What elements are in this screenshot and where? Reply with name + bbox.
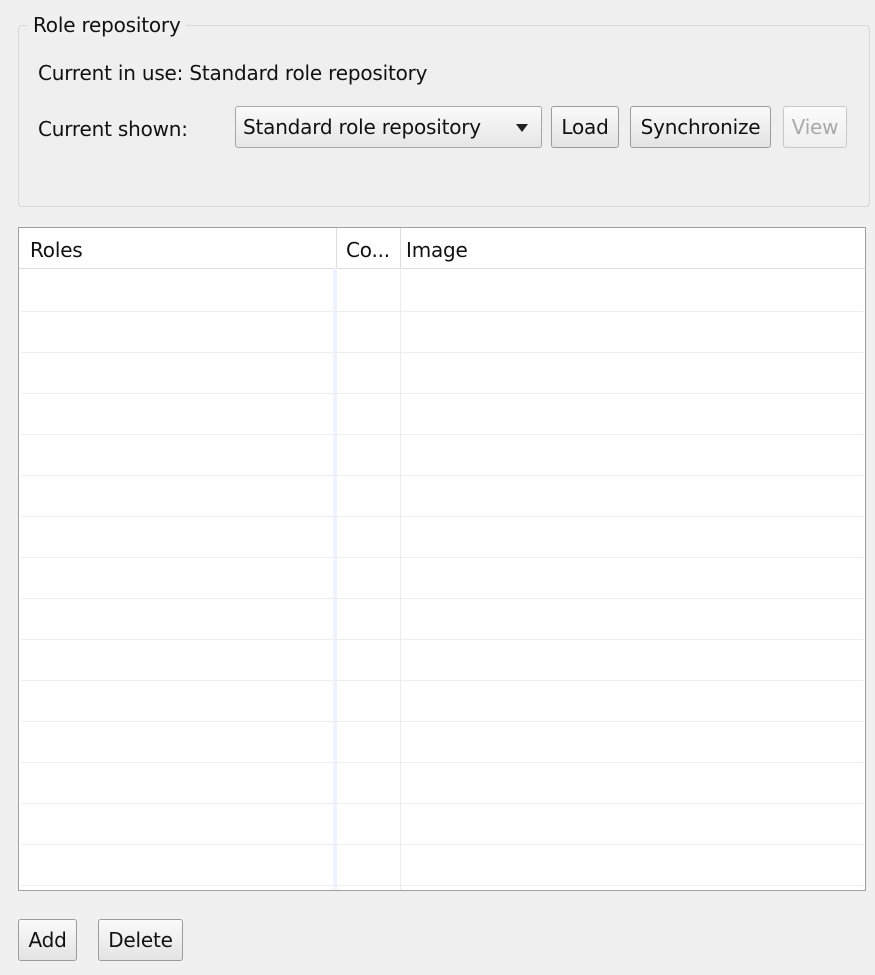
view-button[interactable]: View [783,106,847,148]
table-row-separator [21,311,863,312]
roles-column-divider [333,268,337,890]
role-repository-title: Role repository [28,12,186,38]
table-row-separator [21,885,863,886]
table-row-separator [21,434,863,435]
table-row-separator [21,516,863,517]
table-row-separator [21,803,863,804]
image-column-divider [400,268,401,890]
repository-select[interactable]: Standard role repository [235,106,542,148]
table-header: Roles Co... Image [19,228,865,269]
load-button[interactable]: Load [551,106,619,148]
table-row-separator [21,557,863,558]
add-button[interactable]: Add [18,919,77,961]
table-row-separator [21,352,863,353]
chevron-down-icon [516,124,528,132]
synchronize-button[interactable]: Synchronize [630,106,771,148]
table-row-separator [21,844,863,845]
table-row-separator [21,721,863,722]
column-separator [400,228,401,268]
column-header-roles[interactable]: Roles [30,237,83,263]
table-row-separator [21,393,863,394]
delete-button[interactable]: Delete [98,919,183,961]
table-row-separator [21,475,863,476]
table-row-separator [21,639,863,640]
repository-select-value: Standard role repository [243,115,481,139]
column-header-co[interactable]: Co... [346,237,390,263]
current-in-use-text: Current in use: Standard role repository [38,61,428,85]
column-header-image[interactable]: Image [406,237,468,263]
table-row-separator [21,680,863,681]
column-separator [336,228,337,268]
table-row-separator [21,762,863,763]
roles-table: Roles Co... Image [18,227,866,891]
current-shown-label: Current shown: [38,117,188,141]
table-row-separator [21,598,863,599]
